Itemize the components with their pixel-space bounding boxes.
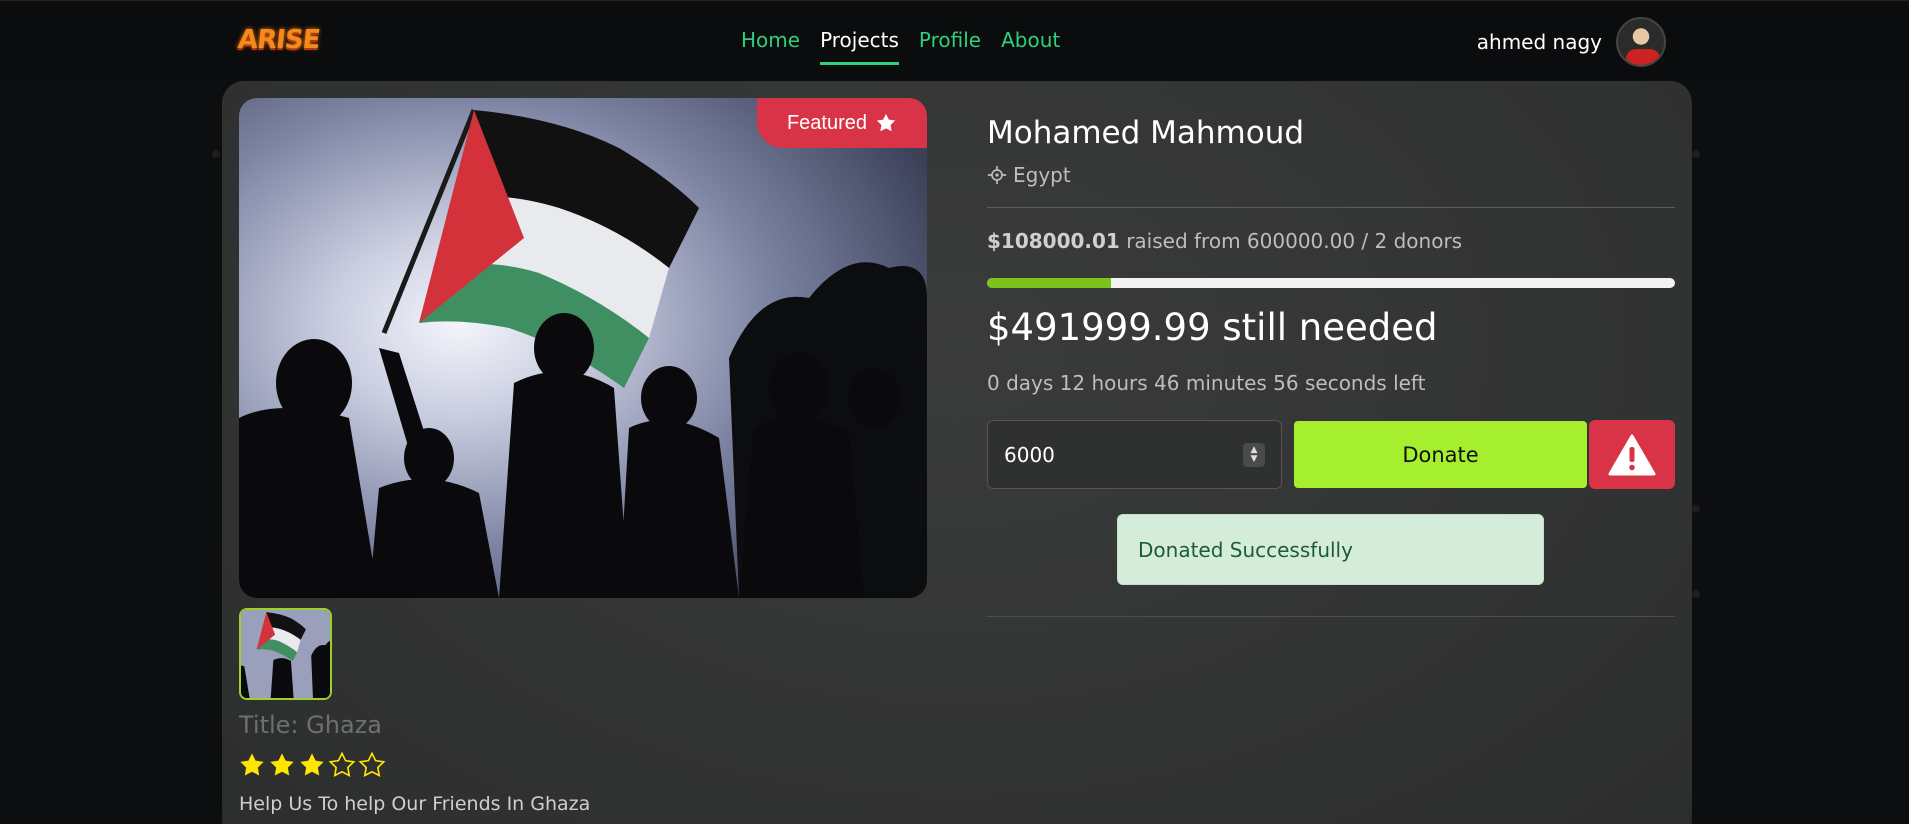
decor-dot [1692, 150, 1700, 158]
star-icon [876, 113, 896, 132]
nav-projects[interactable]: Projects [820, 28, 899, 65]
nav-profile[interactable]: Profile [919, 28, 981, 65]
star-filled-icon [300, 753, 324, 776]
decor-dot [212, 150, 220, 158]
location-text: Egypt [1013, 163, 1071, 187]
project-thumbnail[interactable] [239, 608, 332, 700]
donate-button[interactable]: Donate [1294, 421, 1587, 488]
project-card: Featured Title: Ghaza Help Us To help Ou… [222, 81, 1692, 824]
donation-amount-value: 6000 [1004, 442, 1055, 467]
decor-dot [1692, 505, 1700, 513]
featured-label: Featured [786, 111, 867, 134]
raised-amount: $108000.01 [987, 229, 1120, 253]
owner-name: Mohamed Mahmoud [987, 115, 1305, 151]
report-button[interactable] [1589, 420, 1675, 489]
project-description: Help Us To help Our Friends In Ghaza [239, 793, 591, 815]
raised-text: raised from 600000.00 / 2 donors [1126, 229, 1463, 253]
user-name[interactable]: ahmed nagy [1477, 30, 1602, 54]
rating-stars [238, 751, 386, 779]
location-crosshair-icon [987, 165, 1007, 185]
funding-progress-fill [987, 278, 1111, 288]
featured-badge: Featured [756, 98, 927, 148]
project-title: Title: Ghaza [239, 711, 382, 739]
nav-links: Home Projects Profile About [741, 28, 1060, 65]
thumbnail-image [241, 610, 330, 698]
divider [987, 616, 1675, 617]
star-filled-icon [240, 753, 264, 776]
avatar[interactable] [1616, 17, 1666, 67]
time-left: 0 days 12 hours 46 minutes 56 seconds le… [987, 371, 1426, 395]
funding-progress-bar [987, 278, 1675, 288]
flag-photo [239, 98, 927, 598]
star-filled-icon [270, 753, 294, 776]
user-menu[interactable]: ahmed nagy [1477, 17, 1666, 67]
star-empty-icon [328, 751, 356, 777]
star-empty-icon [358, 751, 386, 777]
divider [987, 207, 1675, 208]
nav-about[interactable]: About [1001, 28, 1060, 65]
decor-dot [1692, 590, 1700, 598]
nav-home[interactable]: Home [741, 28, 800, 65]
still-needed: $491999.99 still needed [987, 306, 1438, 349]
stepper-arrows-icon[interactable]: ▲ ▼ [1243, 442, 1265, 467]
project-main-image[interactable]: Featured [239, 98, 927, 598]
location: Egypt [987, 163, 1071, 187]
navbar: ARISE Home Projects Profile About ahmed … [0, 0, 1909, 80]
raised-summary: $108000.01 raised from 600000.00 / 2 don… [987, 229, 1462, 253]
donation-amount-input[interactable]: 6000 ▲ ▼ [987, 420, 1282, 489]
warning-triangle-icon [1608, 434, 1656, 475]
success-alert: Donated Successfully [1117, 514, 1544, 585]
logo[interactable]: ARISE [236, 25, 320, 55]
